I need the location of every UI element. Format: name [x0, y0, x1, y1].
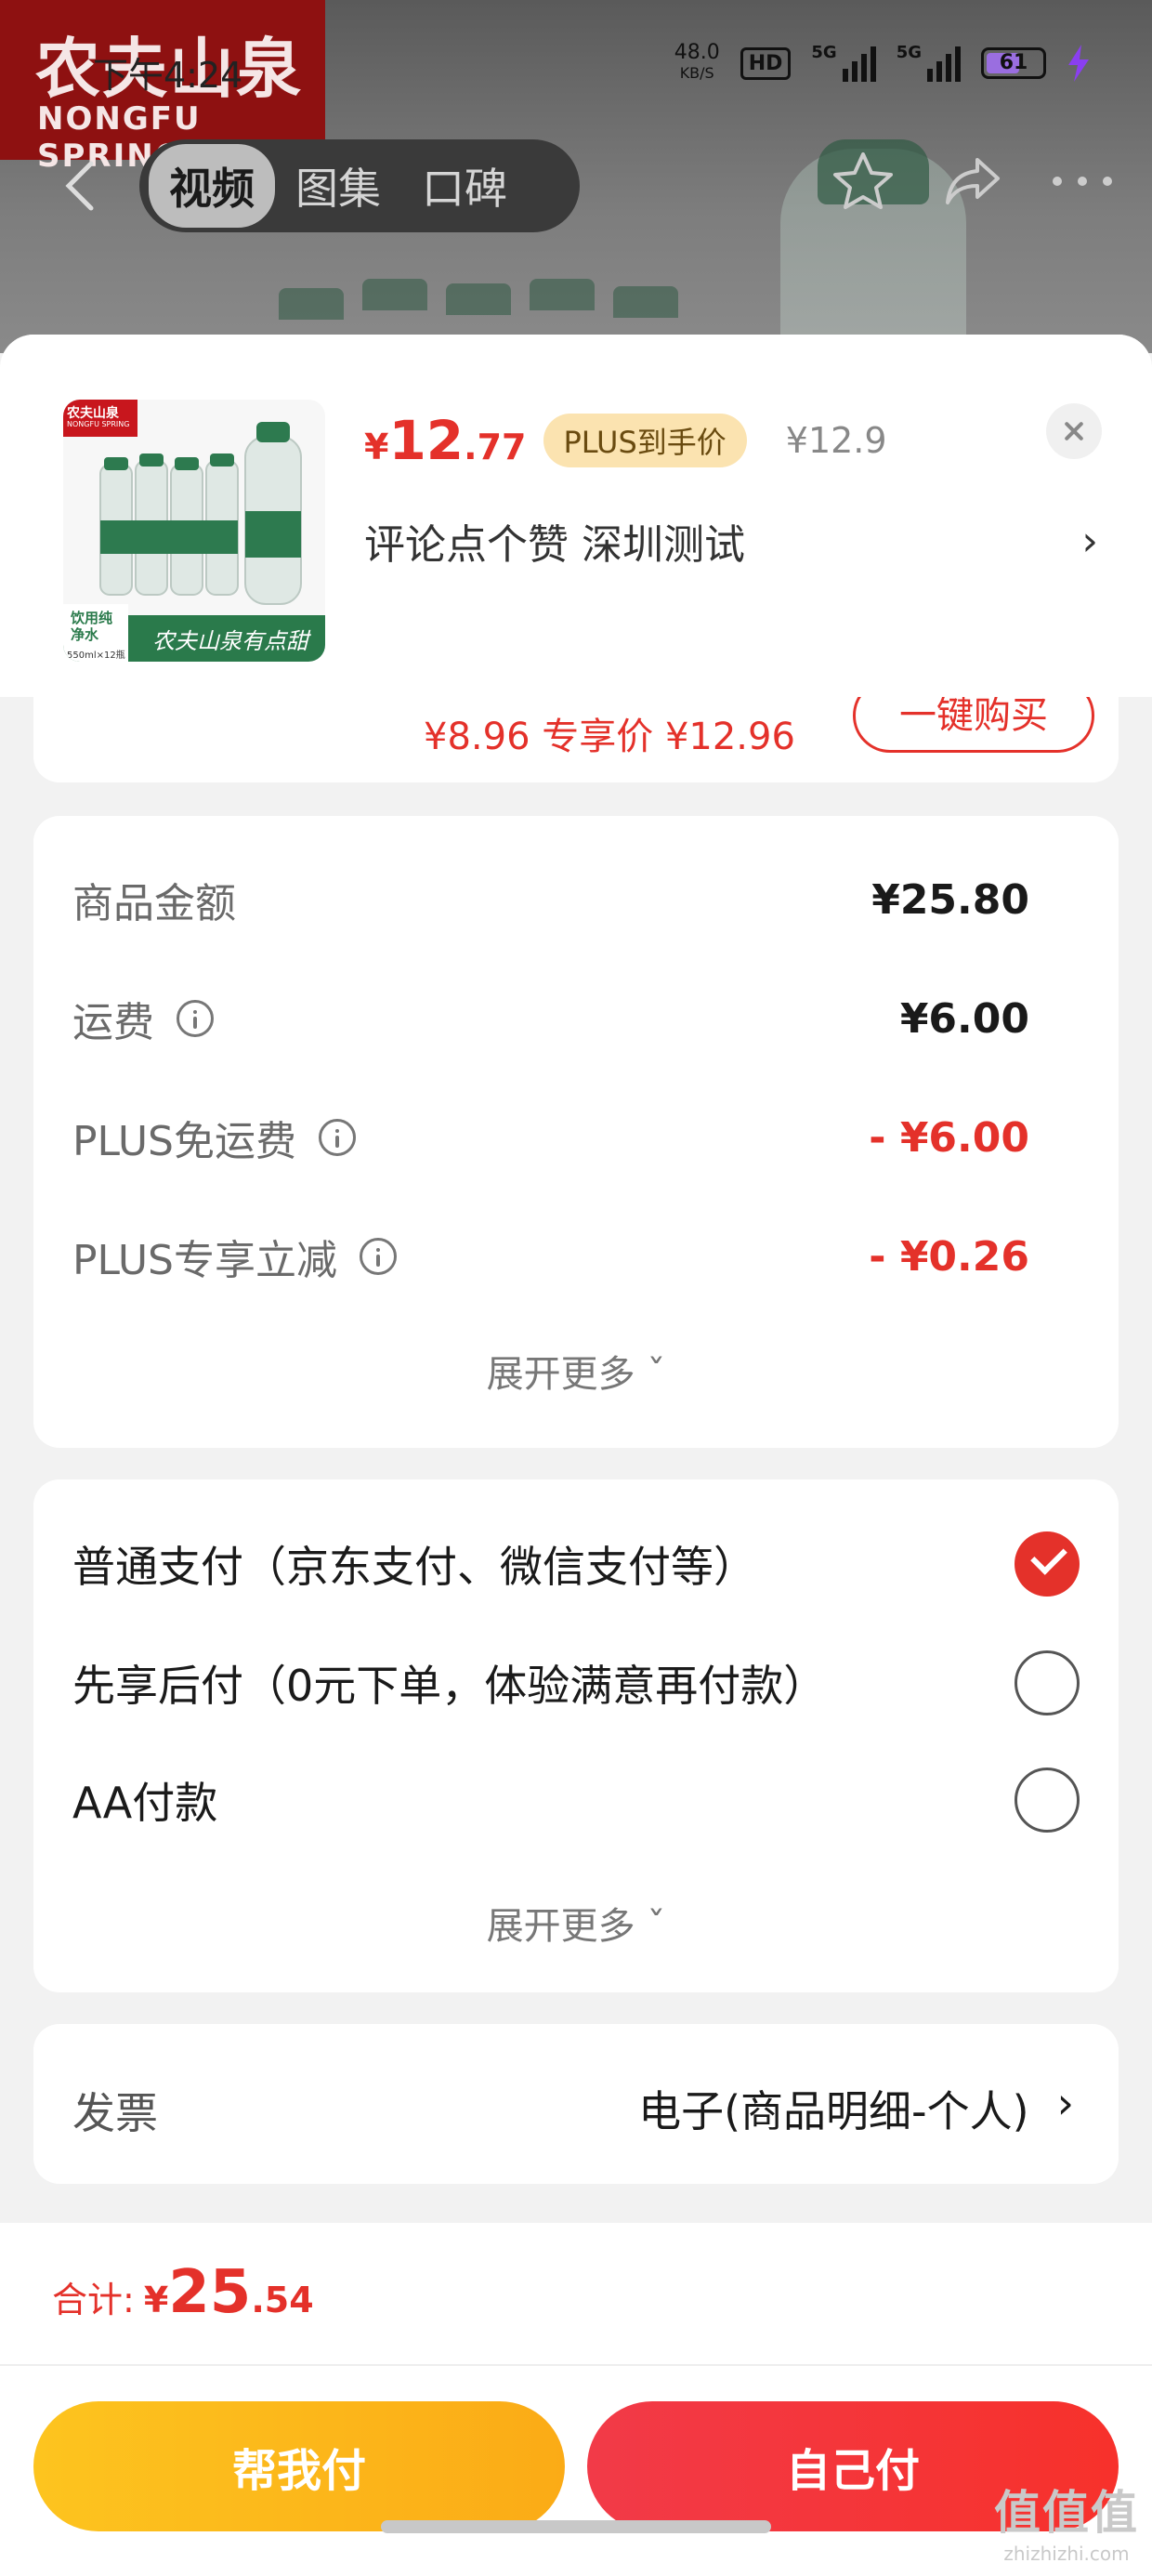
- shipping-value: ¥6.00: [899, 994, 1029, 1043]
- help-me-pay-button[interactable]: 帮我付: [33, 2401, 565, 2531]
- thumb-label: 饮用纯净水: [71, 610, 113, 643]
- site-watermark: 值值值 zhizhizhi.com: [994, 2476, 1139, 2565]
- network-speed-unit: KB/S: [679, 64, 714, 82]
- chevron-right-icon: ›: [1081, 517, 1098, 565]
- radio-checked-icon[interactable]: [1015, 1531, 1080, 1597]
- invoice-value-group: 电子(商品明细-个人) ›: [638, 2078, 1074, 2139]
- media-tabs: 视频 图集 口碑: [139, 139, 580, 232]
- thumb-spec: 550ml×12瓶: [67, 651, 125, 661]
- payment-method-card: 普通支付（京东支付、微信支付等） 先享后付（0元下单，体验满意再付款） AA付款…: [33, 1479, 1119, 1992]
- more-icon[interactable]: [1050, 172, 1115, 191]
- collapsed-offer-text: ¥8.96 专享价 ¥12.96: [424, 716, 795, 758]
- charging-icon: [1068, 45, 1089, 82]
- plus-free-shipping-label: PLUS免运费: [72, 1118, 296, 1165]
- plus-price-badge: PLUS到手价: [543, 414, 747, 467]
- info-icon[interactable]: [360, 1238, 397, 1275]
- sig2-label: 5G: [896, 43, 922, 62]
- thumb-brand-en: NONGFU SPRING: [67, 420, 130, 428]
- plus-discount-label: PLUS专享立减: [72, 1237, 337, 1284]
- amount-row-plus-free-shipping: PLUS免运费 - ¥6.00: [72, 1108, 1029, 1167]
- radio-unchecked-icon[interactable]: [1015, 1768, 1080, 1833]
- thumb-slogan: 农夫山泉有点甜: [152, 628, 308, 654]
- payment-option-pay-later[interactable]: 先享后付（0元下单，体验满意再付款）: [72, 1650, 1080, 1715]
- final-price-currency: ¥: [364, 427, 389, 467]
- total-decimal: .54: [251, 2280, 314, 2320]
- order-sheet: ¥8.96 专享价 ¥12.96 一键购买 农夫山泉 NONGFU SPRING…: [0, 335, 1152, 2576]
- signal-icon: [842, 45, 876, 82]
- spec-selector[interactable]: 评论点个赞 深圳测试 ›: [364, 511, 1098, 571]
- price-row: ¥12.77 PLUS到手价 ¥12.9: [364, 409, 887, 472]
- total-label: 合计:: [52, 2280, 135, 2320]
- tab-reviews[interactable]: 口碑: [401, 144, 528, 228]
- watermark-glyphs: 值值值: [994, 2486, 1139, 2540]
- final-price-decimal: .77: [464, 427, 527, 467]
- goods-amount-label: 商品金额: [72, 880, 236, 927]
- payment-option-label: 普通支付（京东支付、微信支付等）: [72, 1542, 756, 1592]
- chevron-right-icon: ›: [1056, 2078, 1074, 2128]
- order-total: 合计: ¥25.54: [52, 2258, 314, 2327]
- network-speed-value: 48.0: [674, 41, 720, 64]
- plus-discount-value: - ¥0.26: [869, 1232, 1029, 1281]
- status-bar-right: 48.0 KB/S HD 5G 5G 61: [674, 43, 1091, 84]
- shipping-label: 运费: [72, 999, 154, 1046]
- product-summary: 农夫山泉 NONGFU SPRING 饮用纯净水 550ml×12瓶 农夫山泉有…: [0, 335, 1152, 697]
- payment-option-label: 先享后付（0元下单，体验满意再付款）: [72, 1661, 827, 1711]
- product-thumbnail: 农夫山泉 NONGFU SPRING 饮用纯净水 550ml×12瓶 农夫山泉有…: [63, 400, 325, 662]
- share-icon[interactable]: [940, 149, 1005, 214]
- status-time: 下午4:24: [93, 55, 243, 96]
- tab-video[interactable]: 视频: [149, 144, 275, 228]
- battery-icon: 61: [981, 47, 1046, 79]
- spec-text: 评论点个赞 深圳测试: [364, 521, 745, 569]
- home-indicator[interactable]: [381, 2520, 771, 2533]
- total-currency: ¥: [143, 2280, 169, 2320]
- final-price-integer: 12: [388, 409, 465, 472]
- payment-option-label: AA付款: [72, 1778, 218, 1828]
- amount-breakdown-card: 商品金额 ¥25.80 运费 ¥6.00 PLUS免运费 - ¥6.00 PLU…: [33, 816, 1119, 1448]
- goods-amount-value: ¥25.80: [871, 875, 1029, 924]
- signal-2-icon: [927, 45, 961, 82]
- favorite-star-icon[interactable]: [831, 149, 896, 214]
- radio-unchecked-icon[interactable]: [1015, 1650, 1080, 1715]
- payment-option-aa[interactable]: AA付款: [72, 1768, 1080, 1833]
- close-button[interactable]: [1046, 403, 1102, 459]
- watermark-domain: zhizhizhi.com: [1003, 2543, 1130, 2565]
- hd-icon: HD: [740, 46, 792, 80]
- divider: [0, 2364, 1152, 2366]
- info-icon[interactable]: [319, 1119, 356, 1156]
- amount-row-plus-discount: PLUS专享立减 - ¥0.26: [72, 1227, 1029, 1286]
- network-speed: 48.0 KB/S: [674, 43, 720, 84]
- expand-more-payment[interactable]: 展开更多 ˇ: [33, 1896, 1119, 1950]
- expand-more-amounts[interactable]: 展开更多 ˇ: [33, 1344, 1119, 1398]
- invoice-row[interactable]: 发票 电子(商品明细-个人) ›: [33, 2024, 1119, 2184]
- battery-level: 61: [999, 51, 1028, 74]
- invoice-label: 发票: [72, 2088, 158, 2138]
- amount-row-goods: 商品金额 ¥25.80: [72, 870, 1029, 929]
- payment-option-normal[interactable]: 普通支付（京东支付、微信支付等）: [72, 1531, 1080, 1597]
- sig1-label: 5G: [811, 43, 837, 62]
- invoice-value: 电子(商品明细-个人): [638, 2086, 1029, 2136]
- final-price: ¥12.77: [364, 409, 527, 472]
- top-actions: [831, 149, 1115, 214]
- amount-row-shipping: 运费 ¥6.00: [72, 989, 1029, 1048]
- total-integer: 25: [168, 2258, 252, 2327]
- thumb-brand: 农夫山泉: [67, 406, 119, 421]
- tab-gallery[interactable]: 图集: [275, 144, 401, 228]
- plus-free-shipping-value: - ¥6.00: [869, 1113, 1029, 1162]
- info-icon[interactable]: [177, 1000, 214, 1037]
- back-icon[interactable]: [58, 158, 104, 214]
- original-price: ¥12.9: [785, 420, 887, 461]
